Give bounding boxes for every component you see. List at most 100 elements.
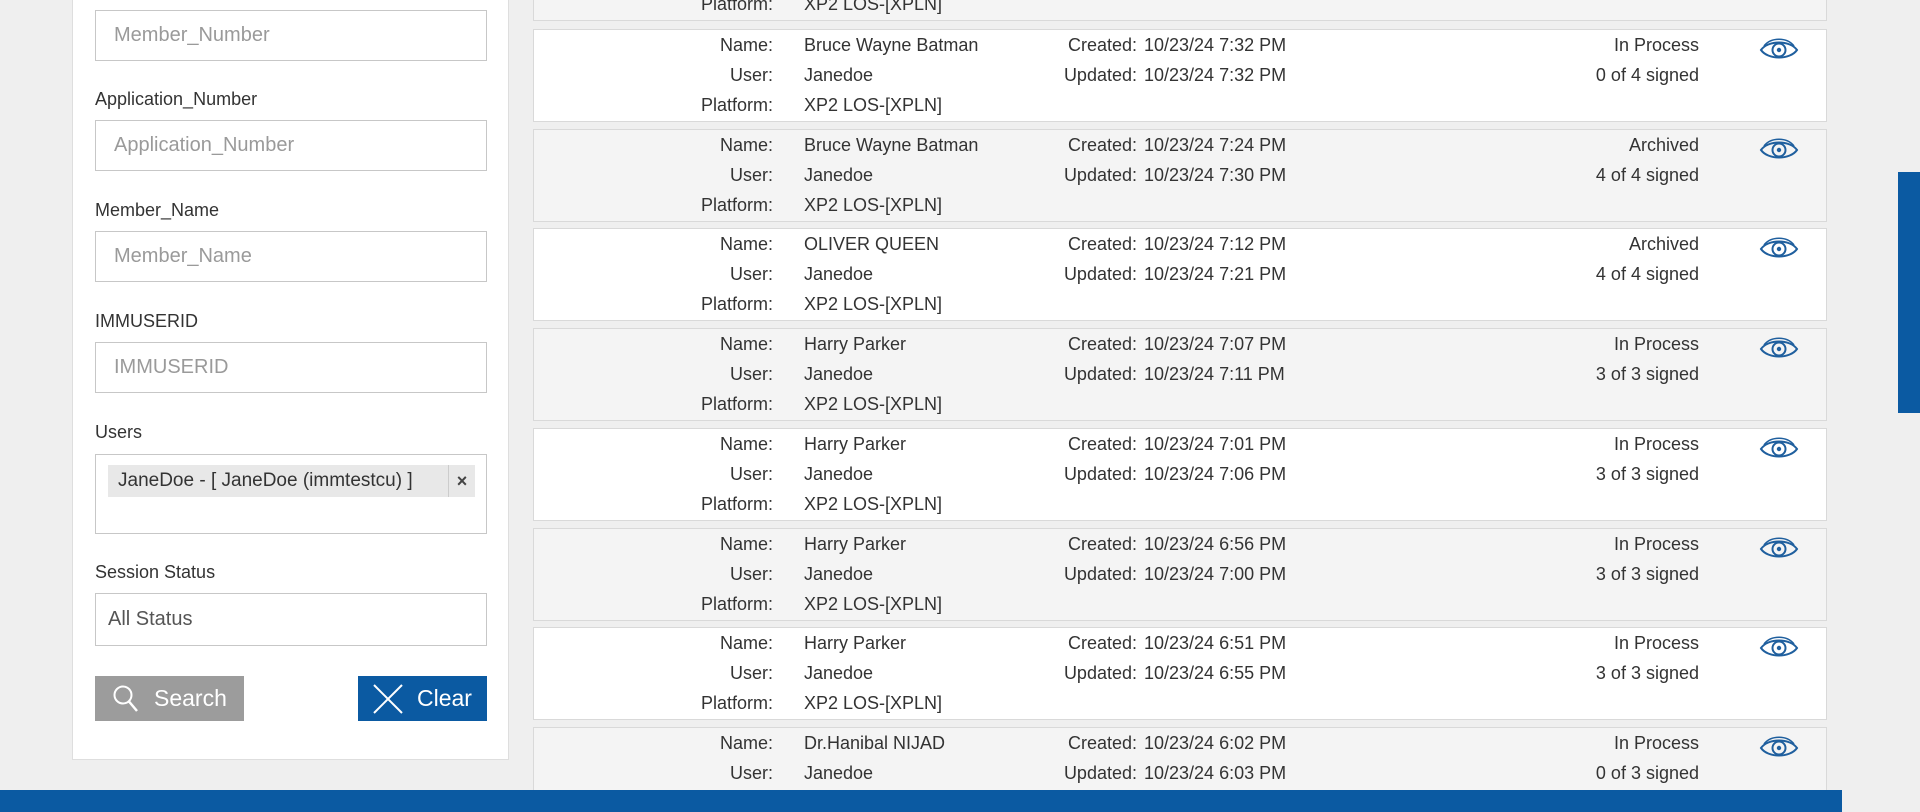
- member-name-input[interactable]: [95, 231, 487, 282]
- signed-count: 3 of 3 signed: [1595, 364, 1699, 385]
- user-value: Janedoe: [804, 762, 874, 783]
- close-icon: [372, 683, 404, 715]
- status-value: In Process: [1613, 533, 1699, 554]
- remove-user-button[interactable]: ×: [448, 465, 475, 497]
- platform-key: Platform:: [700, 593, 773, 614]
- name-key: Name:: [719, 633, 773, 654]
- created-key: Created:: [1067, 334, 1137, 355]
- created-value: 10/23/24 7:24 PM: [1144, 134, 1287, 155]
- member-name-label: Member_Name: [95, 200, 220, 220]
- platform-value: XP2 LOS-[XPLN]: [804, 493, 943, 514]
- updated-key: Updated:: [1063, 463, 1137, 484]
- created-value: 10/23/24 6:02 PM: [1144, 732, 1287, 753]
- updated-key: Updated:: [1063, 364, 1137, 385]
- platform-key: Platform:: [700, 493, 773, 514]
- platform-value: XP2 LOS-[XPLN]: [804, 593, 943, 614]
- eye-icon[interactable]: [1759, 734, 1799, 767]
- search-button[interactable]: Search: [95, 676, 244, 721]
- platform-key: Platform:: [700, 95, 773, 115]
- updated-value: 10/23/24 7:06 PM: [1144, 463, 1287, 484]
- platform-value: XP2 LOS-[XPLN]: [804, 394, 943, 415]
- updated-value: 10/23/24 7:32 PM: [1144, 65, 1287, 85]
- created-value: 10/23/24 6:56 PM: [1144, 533, 1287, 554]
- updated-key: Updated:: [1063, 762, 1137, 783]
- session-status-select[interactable]: All Status: [95, 593, 487, 646]
- application-number-input[interactable]: [95, 120, 487, 171]
- status-value: Archived: [1628, 134, 1699, 155]
- user-value: Janedoe: [804, 663, 874, 684]
- eye-icon[interactable]: [1759, 634, 1799, 667]
- signed-count: 3 of 3 signed: [1595, 463, 1699, 484]
- updated-value: 10/23/24 7:30 PM: [1144, 164, 1287, 185]
- member-number-input[interactable]: [95, 10, 487, 61]
- eye-icon[interactable]: [1759, 235, 1799, 268]
- session-row: Name: Harry Parker User: Janedoe Platform: XP…: [533, 627, 1827, 721]
- updated-key: Updated:: [1063, 264, 1137, 285]
- updated-value: 10/23/24 7:21 PM: [1144, 264, 1287, 285]
- selected-user-text: JaneDoe - [ JaneDoe (immtestcu) ]: [118, 470, 413, 491]
- clear-button-label: Clear: [417, 685, 472, 711]
- search-icon: [112, 684, 140, 714]
- eye-icon[interactable]: [1759, 36, 1799, 69]
- user-value: Janedoe: [804, 463, 874, 484]
- application-number-label: Application_Number: [95, 89, 258, 109]
- session-row: Name: Bruce Wayne Batman User: Janedoe Platf…: [533, 128, 1827, 222]
- status-value: In Process: [1613, 35, 1699, 55]
- user-value: Janedoe: [804, 364, 874, 385]
- signed-count: 4 of 4 signed: [1595, 164, 1699, 185]
- member-name-value: OLIVER QUEEN: [804, 234, 940, 255]
- name-key: Name:: [719, 134, 773, 155]
- session-row: Name: Bruce Wayne Batman User: Janedoe Platf…: [533, 29, 1827, 122]
- users-multiselect[interactable]: JaneDoe - [ JaneDoe (immtestcu) ] ×: [95, 454, 487, 534]
- user-value: Janedoe: [804, 164, 874, 185]
- immuserid-input[interactable]: [95, 342, 487, 393]
- session-list: Platform: XP2 LOS-[XPLN] Name: Bruce Wayn…: [533, 0, 1827, 790]
- signed-count: 3 of 3 signed: [1595, 563, 1699, 584]
- name-key: Name:: [719, 732, 773, 753]
- eye-icon[interactable]: [1759, 136, 1799, 169]
- user-key: User:: [729, 762, 773, 783]
- status-value: In Process: [1613, 433, 1699, 454]
- bottom-bar: [0, 790, 1842, 812]
- updated-value: 10/23/24 7:11 PM: [1144, 364, 1285, 385]
- name-key: Name:: [719, 334, 773, 355]
- created-value: 10/23/24 7:07 PM: [1144, 334, 1287, 355]
- platform-key: Platform:: [700, 194, 773, 215]
- user-key: User:: [729, 264, 773, 285]
- status-value: Archived: [1628, 234, 1699, 255]
- name-key: Name:: [719, 533, 773, 554]
- platform-value: XP2 LOS-[XPLN]: [804, 294, 943, 315]
- user-key: User:: [729, 463, 773, 484]
- user-key: User:: [729, 164, 773, 185]
- platform-key: Platform:: [700, 693, 773, 714]
- status-value: In Process: [1613, 633, 1699, 654]
- created-key: Created:: [1067, 633, 1137, 654]
- platform-key: Platform:: [700, 294, 773, 315]
- search-button-label: Search: [154, 685, 227, 711]
- user-key: User:: [729, 663, 773, 684]
- clear-button[interactable]: Clear: [358, 676, 487, 721]
- eye-icon[interactable]: [1759, 435, 1799, 468]
- user-value: Janedoe: [804, 65, 874, 85]
- signed-count: 0 of 3 signed: [1595, 762, 1699, 783]
- created-value: 10/23/24 7:12 PM: [1144, 234, 1287, 255]
- updated-value: 10/23/24 6:03 PM: [1144, 762, 1287, 783]
- eye-icon[interactable]: [1759, 335, 1799, 368]
- created-key: Created:: [1067, 134, 1137, 155]
- member-name-value: Bruce Wayne Batman: [804, 134, 979, 155]
- eye-icon[interactable]: [1759, 535, 1799, 568]
- selected-user-chip: JaneDoe - [ JaneDoe (immtestcu) ] ×: [108, 465, 475, 497]
- member-name-value: Harry Parker: [804, 633, 907, 654]
- session-row: Name: Harry Parker User: Janedoe Platform: XP…: [533, 527, 1827, 621]
- platform-value: XP2 LOS-[XPLN]: [804, 194, 943, 215]
- platform-value: XP2 LOS-[XPLN]: [804, 693, 943, 714]
- updated-key: Updated:: [1063, 563, 1137, 584]
- platform-value: XP2 LOS-[XPLN]: [804, 0, 943, 14]
- platform-key: Platform:: [700, 394, 773, 415]
- member-name-value: Harry Parker: [804, 334, 907, 355]
- created-value: 10/23/24 7:32 PM: [1144, 35, 1287, 55]
- side-tab[interactable]: [1898, 172, 1920, 413]
- name-key: Name:: [719, 35, 773, 55]
- users-label: Users: [95, 422, 143, 442]
- member-name-value: Dr.Hanibal NIJAD: [804, 732, 946, 753]
